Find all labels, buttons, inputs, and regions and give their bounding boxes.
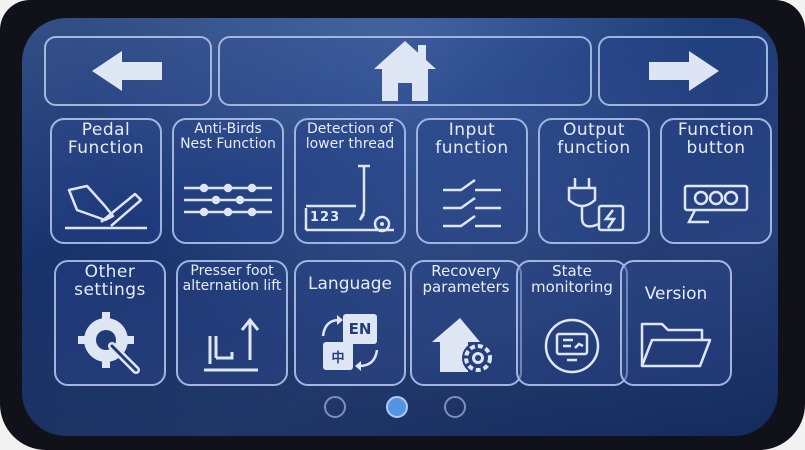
page-dot-3[interactable] [444, 396, 466, 418]
tile-anti-birds-nest[interactable]: Anti-Birds Nest Function [172, 118, 284, 244]
plug-power-icon [567, 178, 625, 232]
tile-label: Recovery parameters [422, 262, 510, 296]
tile-function-button[interactable]: Function button [660, 118, 772, 244]
home-gear-icon [432, 318, 494, 374]
page-dot-1[interactable] [324, 396, 346, 418]
tile-language[interactable]: Language EN 中 [294, 260, 406, 386]
tile-label: Output function [557, 120, 631, 158]
page-dot-2-active[interactable] [386, 396, 408, 418]
tile-detection-lower-thread[interactable]: Detection of lower thread 123 [294, 118, 406, 244]
tile-label: Version [644, 284, 708, 304]
tile-recovery-parameters[interactable]: Recovery parameters [410, 260, 522, 386]
home-icon [374, 41, 436, 101]
tile-label: Detection of lower thread [305, 121, 395, 152]
gear-wrench-icon [78, 312, 140, 374]
input-switch-icon [443, 178, 501, 228]
monitor-chart-icon [544, 318, 600, 374]
forward-button[interactable] [598, 36, 768, 106]
tile-label: State monitoring [531, 262, 613, 296]
tile-label: Input function [435, 120, 509, 158]
touch-screen: Pedal Function Anti-Birds Nest Function [22, 18, 778, 436]
right-arrow-icon [649, 51, 719, 91]
language-icon: EN 中 [315, 310, 385, 376]
home-button[interactable] [218, 36, 592, 106]
foot-pedal-icon [65, 184, 147, 230]
tile-label: Language [308, 274, 392, 294]
counter-text: 123 [310, 210, 341, 225]
folder-icon [640, 322, 712, 368]
tile-version[interactable]: Version [620, 260, 732, 386]
tile-label: Function button [677, 120, 755, 158]
tile-label: Presser foot alternation lift [182, 263, 282, 294]
tile-other-settings[interactable]: Other settings [54, 260, 166, 386]
presser-foot-lift-icon [204, 317, 260, 372]
tile-label: Anti-Birds Nest Function [180, 121, 276, 152]
thread-lines-icon [184, 183, 272, 217]
tile-pedal-function[interactable]: Pedal Function [50, 118, 162, 244]
tile-label: Pedal Function [67, 120, 145, 158]
tile-input-function[interactable]: Input function [416, 118, 528, 244]
tile-state-monitoring[interactable]: State monitoring [516, 260, 628, 386]
tile-output-function[interactable]: Output function [538, 118, 650, 244]
tile-label: Other settings [74, 262, 146, 300]
needle-counter-icon [304, 164, 394, 233]
left-arrow-icon [92, 51, 162, 91]
tile-presser-foot-lift[interactable]: Presser foot alternation lift [176, 260, 288, 386]
button-panel-icon [683, 184, 749, 224]
back-button[interactable] [44, 36, 212, 106]
